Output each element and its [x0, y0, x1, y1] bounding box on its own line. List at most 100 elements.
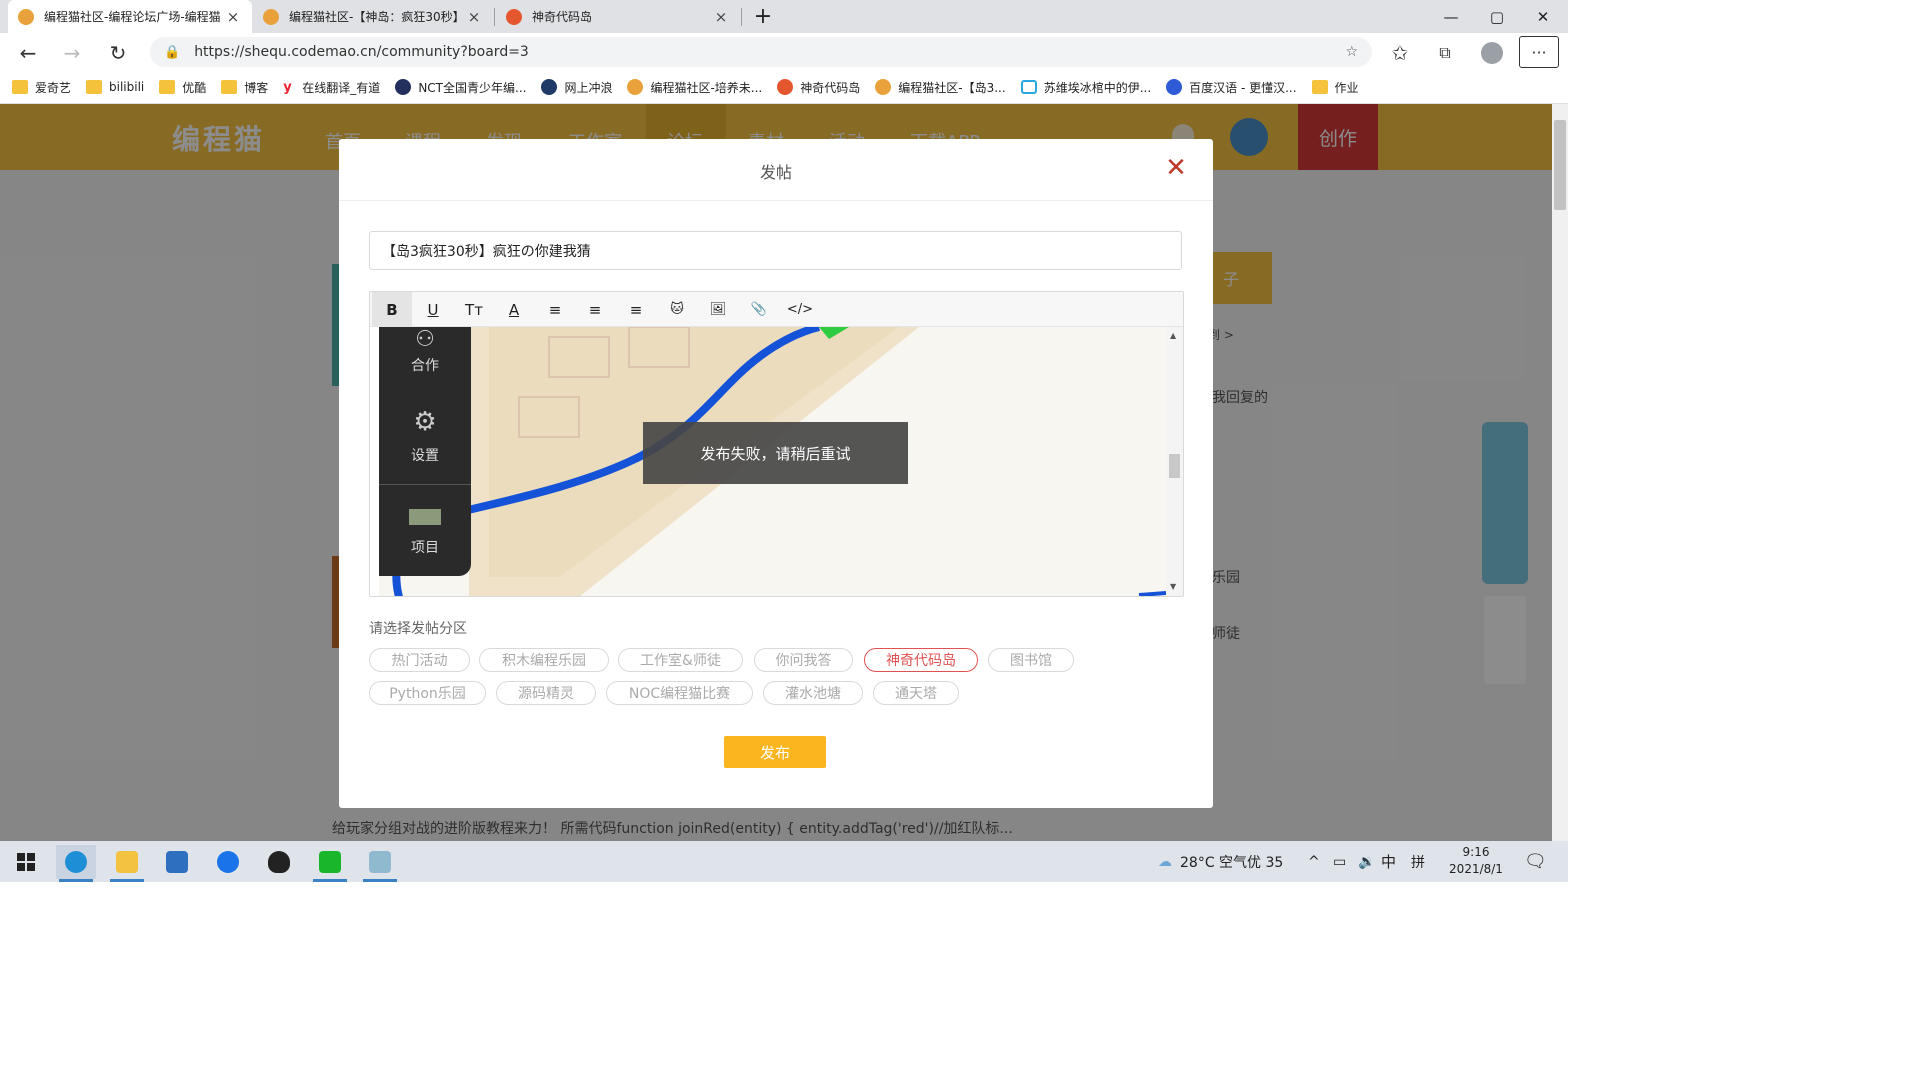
rich-text-editor[interactable]: B U Tт A ≡ ≡ ≡ 🐱 🖼 📎 </> ⚇ 合作 ⚙ 设置 项目 发布…: [369, 291, 1184, 597]
bookmark-item[interactable]: 百度汉语 - 更懂汉...: [1166, 79, 1297, 96]
page-scrollbar-thumb[interactable]: [1554, 120, 1566, 210]
bookmarks-bar: 爱奇艺 bilibili 优酷 博客 y 在线翻译_有道 NCT全国青少年编...…: [0, 71, 1568, 104]
bookmark-item[interactable]: 作业: [1311, 79, 1359, 96]
error-toast: 发布失败，请稍后重试: [643, 422, 908, 484]
window-minimize-button[interactable]: —: [1428, 0, 1474, 33]
editor-scrollbar-thumb[interactable]: [1169, 454, 1180, 478]
section-chip-water-pond[interactable]: 灌水池塘: [763, 681, 863, 705]
edge-browser-icon[interactable]: [56, 845, 96, 882]
url-field[interactable]: 🔒 https://shequ.codemao.cn/community?boa…: [150, 37, 1372, 67]
section-chip-code-island[interactable]: 神奇代码岛: [864, 648, 978, 672]
folder-icon: [221, 80, 238, 94]
qq-icon[interactable]: [259, 845, 299, 879]
folder-icon: [86, 80, 103, 94]
post-modal: 发帖 ✕ B U Tт A ≡ ≡ ≡ 🐱 🖼 📎 </>: [339, 139, 1213, 808]
section-chip-library[interactable]: 图书馆: [988, 648, 1074, 672]
photos-icon[interactable]: [157, 845, 197, 879]
close-icon[interactable]: ✕: [1161, 153, 1191, 183]
nct-icon: [395, 79, 412, 95]
tab-close-icon[interactable]: ×: [712, 8, 730, 26]
scroll-up-arrow-icon[interactable]: ▲: [1170, 331, 1176, 340]
forward-arrow-icon[interactable]: →: [58, 39, 86, 67]
bookmark-item[interactable]: 网上冲浪: [541, 79, 612, 96]
bookmark-item[interactable]: 编程猫社区-培养未...: [627, 79, 762, 96]
windows-start-icon[interactable]: [6, 845, 46, 879]
panel-item-project: 项目: [411, 540, 439, 556]
bookmark-item[interactable]: 神奇代码岛: [777, 79, 860, 96]
ime-pinyin-indicator[interactable]: 拼: [1411, 841, 1425, 882]
section-chip-block-coding[interactable]: 积木编程乐园: [479, 648, 609, 672]
section-chip-hot-events[interactable]: 热门活动: [369, 648, 470, 672]
page-scrollbar[interactable]: [1552, 104, 1568, 841]
window-maximize-button[interactable]: ▢: [1474, 0, 1520, 33]
panel-item-cooperate: 合作: [411, 358, 439, 374]
section-chip-noc-contest[interactable]: NOC编程猫比赛: [606, 681, 753, 705]
browser-tab-2[interactable]: 编程猫社区-【神岛：疯狂30秒】 ×: [253, 0, 493, 33]
bookmark-item[interactable]: 博客: [221, 79, 268, 96]
folder-icon: [1311, 80, 1328, 94]
bold-icon[interactable]: B: [372, 292, 412, 327]
kuwo-icon[interactable]: [208, 845, 248, 879]
profile-avatar-icon[interactable]: [1478, 39, 1506, 67]
align-left-icon[interactable]: ≡: [535, 292, 575, 327]
bookmark-item[interactable]: y 在线翻译_有道: [283, 79, 380, 96]
bookmark-item[interactable]: 苏维埃冰棺中的伊...: [1020, 79, 1151, 96]
new-tab-button[interactable]: +: [740, 0, 786, 33]
image-icon[interactable]: 🖼: [698, 292, 738, 327]
windows-taskbar: ☁ 28°C 空气优 35 ^ ▭ 🔉 中 拼 9:16 2021/8/1 🗨: [0, 841, 1568, 882]
embedded-sidebar-panel: ⚇ 合作 ⚙ 设置 项目: [379, 327, 471, 576]
modal-title: 发帖: [759, 163, 792, 182]
editor-content[interactable]: ⚇ 合作 ⚙ 设置 项目 发布失败，请稍后重试: [379, 327, 1166, 596]
back-arrow-icon[interactable]: ←: [14, 39, 42, 67]
system-clock[interactable]: 9:16 2021/8/1: [1441, 844, 1511, 878]
project-thumbnail: [409, 509, 441, 525]
editor-scrollbar[interactable]: ▲ ▼: [1166, 327, 1183, 596]
section-chip-qa[interactable]: 你问我答: [754, 648, 853, 672]
bookmark-item[interactable]: 编程猫社区-【岛3...: [875, 79, 1006, 96]
bookmark-item[interactable]: NCT全国青少年编...: [395, 79, 526, 96]
volume-icon[interactable]: 🔉: [1358, 841, 1375, 882]
panel-item-settings: 设置: [411, 448, 439, 464]
collections-icon[interactable]: ⧉: [1431, 39, 1459, 67]
font-size-icon[interactable]: Tт: [454, 292, 494, 327]
lock-icon: 🔒: [164, 44, 181, 60]
browser-tab-1[interactable]: 编程猫社区-编程论坛广场-编程猫 ×: [8, 0, 252, 33]
post-title-input[interactable]: [369, 231, 1182, 270]
align-center-icon[interactable]: ≡: [575, 292, 615, 327]
baidu-icon: [1166, 79, 1183, 95]
favorite-add-icon[interactable]: ☆: [1345, 44, 1358, 60]
notification-icon[interactable]: 🗨: [1524, 841, 1547, 882]
bookmark-item[interactable]: bilibili: [86, 80, 144, 94]
bookmark-item[interactable]: 优酷: [159, 79, 206, 96]
window-close-button[interactable]: ✕: [1520, 0, 1566, 33]
tray-chevron-up-icon[interactable]: ^: [1308, 841, 1320, 882]
publish-button[interactable]: 发布: [724, 736, 826, 768]
weather-widget[interactable]: ☁ 28°C 空气优 35: [1158, 841, 1283, 882]
ime-indicator[interactable]: 中: [1381, 841, 1396, 882]
scroll-down-arrow-icon[interactable]: ▼: [1170, 582, 1176, 591]
emoji-cat-icon[interactable]: 🐱: [657, 292, 697, 327]
favorites-icon[interactable]: ✩: [1386, 39, 1414, 67]
section-chip-python[interactable]: Python乐园: [369, 681, 486, 705]
browser-tab-3[interactable]: 神奇代码岛 ×: [496, 0, 740, 33]
section-chip-babel-tower[interactable]: 通天塔: [873, 681, 959, 705]
align-right-icon[interactable]: ≡: [616, 292, 656, 327]
folder-icon: [12, 80, 28, 94]
tab-close-icon[interactable]: ×: [224, 8, 242, 26]
codeisland-icon: [777, 79, 794, 95]
wechat-icon[interactable]: [310, 845, 350, 882]
app-icon[interactable]: [360, 845, 400, 882]
network-icon[interactable]: ▭: [1333, 841, 1346, 882]
section-chip-source-code[interactable]: 源码精灵: [496, 681, 596, 705]
reload-icon[interactable]: ↻: [104, 39, 132, 67]
attachment-icon[interactable]: 📎: [739, 292, 779, 327]
more-menu-icon[interactable]: ···: [1519, 36, 1559, 68]
font-color-icon[interactable]: A: [494, 292, 534, 327]
section-chip-studio[interactable]: 工作室&师徒: [618, 648, 743, 672]
address-bar-row: ← → ↻ 🔒 https://shequ.codemao.cn/communi…: [0, 33, 1568, 71]
bookmark-item[interactable]: 爱奇艺: [12, 79, 71, 96]
code-icon[interactable]: </>: [780, 292, 820, 327]
underline-icon[interactable]: U: [413, 292, 453, 327]
tab-close-icon[interactable]: ×: [465, 8, 483, 26]
file-explorer-icon[interactable]: [107, 845, 147, 882]
